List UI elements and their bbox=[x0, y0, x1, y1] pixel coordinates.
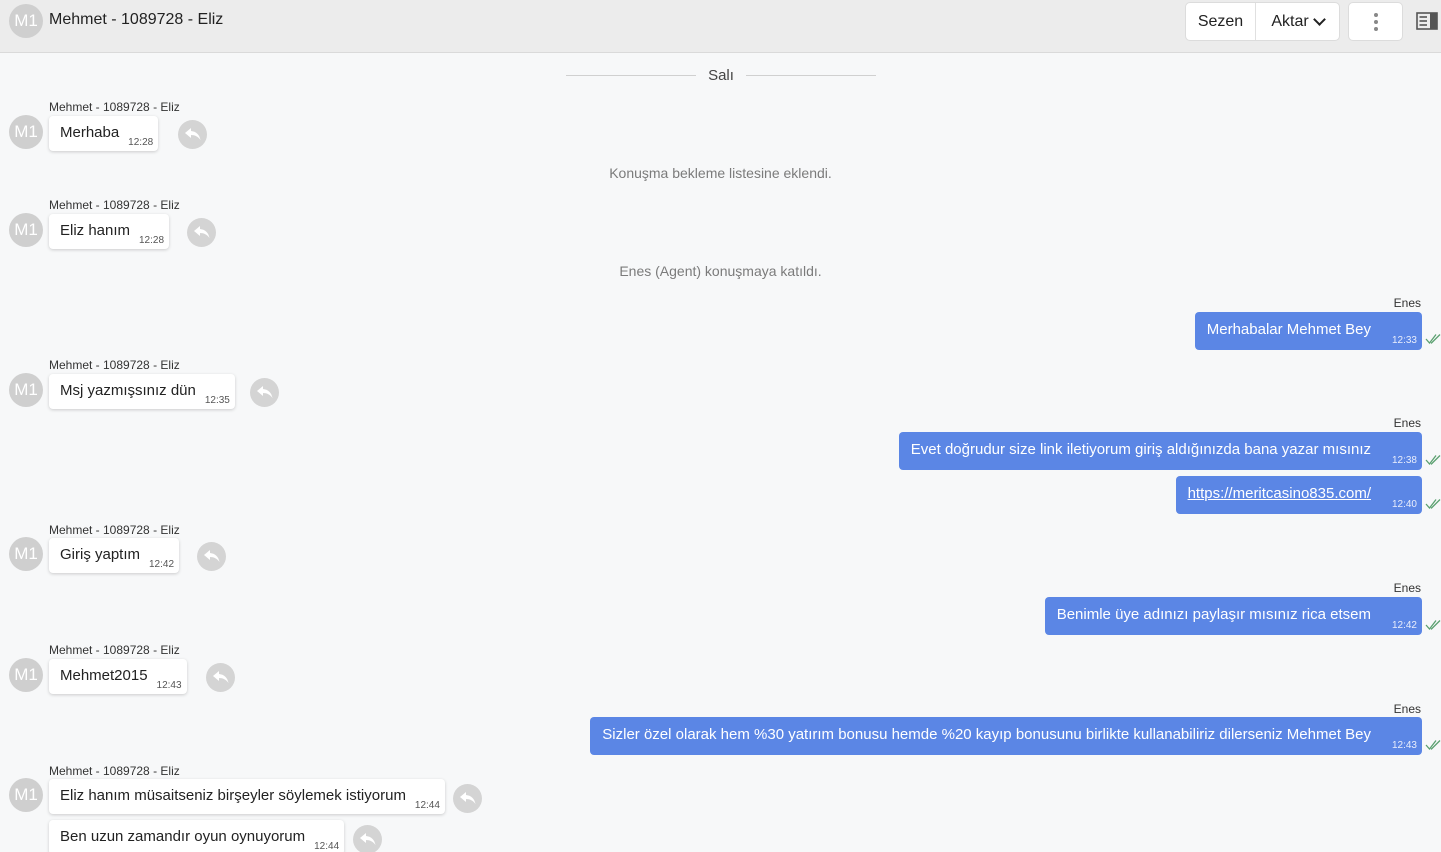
system-message: Konuşma bekleme listesine eklendi. bbox=[609, 165, 832, 181]
reply-button[interactable] bbox=[250, 378, 279, 407]
agent-name: Enes bbox=[1393, 296, 1421, 310]
reply-button[interactable] bbox=[197, 542, 226, 571]
agent-name: Enes bbox=[1393, 581, 1421, 595]
outgoing-message: Evet doğrudur size link iletiyorum giriş… bbox=[898, 432, 1422, 470]
message-time: 12:43 bbox=[1391, 740, 1417, 751]
message-text: Sizler özel olarak hem %30 yatırım bonus… bbox=[602, 725, 1371, 743]
message-time: 12:42 bbox=[1391, 620, 1417, 631]
day-separator: Salı bbox=[566, 64, 877, 86]
message-text: Ben uzun zamandır oyun oynuyorum bbox=[60, 828, 306, 845]
reply-arrow-icon bbox=[203, 550, 219, 562]
double-check-icon bbox=[1425, 334, 1441, 345]
message-time: 12:28 bbox=[128, 137, 154, 148]
message-time: 12:44 bbox=[414, 800, 440, 811]
reply-arrow-icon bbox=[256, 386, 272, 398]
customer-avatar: M1 bbox=[9, 373, 43, 407]
incoming-message: Eliz hanım 12:28 bbox=[49, 214, 170, 249]
system-message: Enes (Agent) konuşmaya katıldı. bbox=[619, 263, 822, 279]
header-action-group: Sezen Aktar bbox=[1185, 2, 1340, 41]
message-time: 12:35 bbox=[204, 395, 230, 406]
reply-button[interactable] bbox=[353, 825, 382, 852]
message-time: 12:42 bbox=[148, 559, 175, 570]
contact-avatar: M1 bbox=[9, 4, 43, 38]
message-time: 12:33 bbox=[1391, 335, 1417, 346]
message-sender: Mehmet - 1089728 - Eliz bbox=[49, 198, 180, 212]
double-check-icon bbox=[1425, 740, 1441, 751]
message-time: 12:28 bbox=[139, 235, 165, 246]
message-time: 12:38 bbox=[1391, 455, 1417, 466]
double-check-icon bbox=[1425, 620, 1441, 631]
reply-button[interactable] bbox=[453, 784, 482, 813]
incoming-message: Msj yazmışsınız dün 12:35 bbox=[49, 374, 235, 409]
reply-button[interactable] bbox=[178, 120, 207, 149]
reply-arrow-icon bbox=[212, 671, 228, 683]
day-label: Salı bbox=[708, 66, 734, 84]
reply-button[interactable] bbox=[187, 218, 216, 247]
outgoing-message: Sizler özel olarak hem %30 yatırım bonus… bbox=[590, 717, 1422, 755]
incoming-message: Merhaba 12:28 bbox=[49, 116, 159, 151]
message-text: Merhabalar Mehmet Bey bbox=[1206, 320, 1371, 338]
customer-avatar: M1 bbox=[9, 658, 43, 692]
contact-title: Mehmet - 1089728 - Eliz bbox=[49, 11, 224, 28]
outgoing-message: https://meritcasino835.com/ 12:40 bbox=[1175, 476, 1422, 514]
message-sender: Mehmet - 1089728 - Eliz bbox=[49, 523, 180, 537]
message-text: Msj yazmışsınız dün bbox=[60, 382, 196, 399]
customer-avatar: M1 bbox=[9, 115, 43, 149]
message-text: Evet doğrudur size link iletiyorum giriş… bbox=[910, 440, 1371, 458]
double-check-icon bbox=[1425, 499, 1441, 510]
reply-arrow-icon bbox=[193, 226, 209, 238]
message-link[interactable]: https://meritcasino835.com/ bbox=[1188, 485, 1410, 502]
outgoing-message: Benimle üye adınızı paylaşır mısınız ric… bbox=[1044, 597, 1422, 635]
message-sender: Mehmet - 1089728 - Eliz bbox=[49, 100, 180, 114]
double-check-icon bbox=[1425, 455, 1441, 466]
message-sender: Mehmet - 1089728 - Eliz bbox=[49, 764, 180, 778]
message-time: 12:44 bbox=[314, 841, 340, 852]
aktar-dropdown-button[interactable]: Aktar bbox=[1256, 3, 1339, 40]
more-options-button[interactable] bbox=[1348, 2, 1403, 41]
reply-arrow-icon bbox=[184, 128, 200, 140]
aktar-label: Aktar bbox=[1271, 12, 1309, 30]
agent-name: Enes bbox=[1393, 416, 1421, 430]
message-sender: Mehmet - 1089728 - Eliz bbox=[49, 643, 180, 657]
incoming-message: Ben uzun zamandır oyun oynuyorum 12:44 bbox=[49, 820, 345, 852]
more-vertical-icon bbox=[1373, 12, 1378, 17]
message-time: 12:43 bbox=[156, 680, 182, 691]
message-text: Eliz hanım müsaitseniz birşeyler söyleme… bbox=[60, 787, 406, 804]
reply-button[interactable] bbox=[206, 663, 235, 692]
customer-avatar: M1 bbox=[9, 537, 43, 571]
sezen-button[interactable]: Sezen bbox=[1186, 3, 1256, 40]
message-sender: Mehmet - 1089728 - Eliz bbox=[49, 358, 180, 372]
chevron-down-icon bbox=[1312, 12, 1326, 26]
incoming-message: Mehmet2015 12:43 bbox=[49, 659, 187, 694]
customer-avatar: M1 bbox=[9, 778, 43, 812]
agent-name: Enes bbox=[1393, 702, 1421, 716]
incoming-message: Eliz hanım müsaitseniz birşeyler söyleme… bbox=[49, 779, 445, 814]
chat-header: M1 Mehmet - 1089728 - Eliz Sezen Aktar bbox=[0, 0, 1441, 53]
reply-arrow-icon bbox=[459, 792, 475, 804]
message-text: Benimle üye adınızı paylaşır mısınız ric… bbox=[1056, 605, 1371, 623]
outgoing-message: Merhabalar Mehmet Bey 12:33 bbox=[1194, 312, 1422, 350]
reply-arrow-icon bbox=[359, 833, 375, 845]
customer-avatar: M1 bbox=[9, 213, 43, 247]
incoming-message: Giriş yaptım 12:42 bbox=[49, 538, 180, 573]
panel-toggle-icon[interactable] bbox=[1416, 11, 1438, 31]
message-time: 12:40 bbox=[1391, 499, 1417, 510]
